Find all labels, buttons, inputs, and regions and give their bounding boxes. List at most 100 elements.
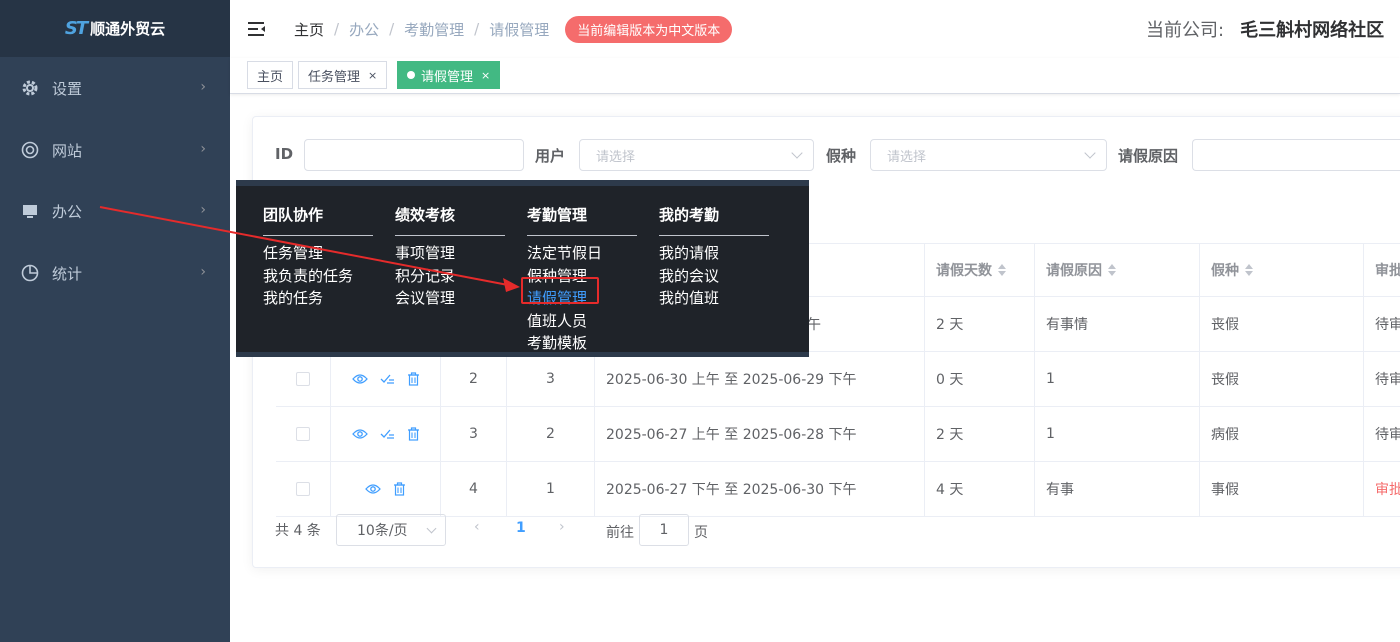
company-label: 当前公司:	[1146, 20, 1225, 41]
delete-icon[interactable]	[407, 372, 420, 386]
sidebar-item-label: 设置	[52, 79, 83, 98]
sidebar-item-website[interactable]: 网站 ›	[0, 119, 230, 181]
row-days: 4 天	[925, 462, 1035, 516]
menu-item[interactable]: 积分记录	[395, 265, 505, 288]
header-reason[interactable]: 请假原因	[1035, 244, 1200, 296]
row-period: 2025-06-30 上午 至 2025-06-29 下午	[595, 352, 925, 406]
goto-page-value: 1	[659, 522, 669, 538]
tag-label: 请假管理	[421, 69, 474, 85]
menu-column-title: 考勤管理	[527, 204, 637, 236]
row-checkbox[interactable]	[296, 427, 310, 441]
breadcrumb-item: 考勤管理	[404, 20, 465, 39]
header-label: 审批	[1375, 263, 1400, 279]
page-number[interactable]: 1	[516, 520, 526, 536]
menu-item[interactable]: 法定节假日	[527, 242, 637, 265]
menu-item[interactable]: 我的请假	[659, 242, 769, 265]
menu-item[interactable]: 我的任务	[263, 287, 373, 310]
row-id: 2	[441, 352, 507, 406]
menu-item[interactable]: 我负责的任务	[263, 265, 373, 288]
close-icon[interactable]: ×	[481, 69, 490, 82]
row-checkbox[interactable]	[296, 372, 310, 386]
user-select-placeholder: 请选择	[596, 149, 636, 165]
sidebar-item-label: 办公	[52, 202, 83, 221]
delete-icon[interactable]	[393, 482, 406, 496]
row-checkbox-cell	[276, 407, 331, 461]
row-period: 2025-06-27 上午 至 2025-06-28 下午	[595, 407, 925, 461]
leave-type-placeholder: 请选择	[887, 149, 927, 165]
tag-task-management[interactable]: 任务管理 ×	[298, 61, 388, 89]
sidebar-item-settings[interactable]: 设置 ›	[0, 57, 230, 119]
monitor-icon	[20, 201, 40, 221]
chevron-down-icon	[1084, 147, 1096, 159]
header-label: 请假天数	[936, 263, 992, 279]
header-days[interactable]: 请假天数	[925, 244, 1035, 296]
row-user: 3	[507, 352, 595, 406]
menu-item[interactable]: 我的值班	[659, 287, 769, 310]
leave-type-select[interactable]: 请选择	[870, 139, 1107, 171]
eye-icon[interactable]	[351, 373, 368, 385]
approve-icon[interactable]	[380, 428, 395, 440]
chevron-down-icon	[791, 147, 803, 159]
row-type: 病假	[1200, 407, 1364, 461]
menu-column-title: 我的考勤	[659, 204, 769, 236]
sort-icon[interactable]	[1245, 264, 1253, 276]
menu-column-team: 团队协作 任务管理 我负责的任务 我的任务	[263, 204, 373, 310]
row-days: 2 天	[925, 297, 1035, 351]
next-page-button[interactable]: ›	[559, 519, 565, 535]
tag-home[interactable]: 主页	[247, 61, 294, 89]
row-status: 待审	[1364, 407, 1400, 461]
row-id: 4	[441, 462, 507, 516]
breadcrumb-item[interactable]: 主页	[294, 19, 324, 40]
page-size-select[interactable]: 10条/页	[336, 514, 446, 546]
eye-icon[interactable]	[365, 483, 381, 495]
user-select[interactable]: 请选择	[579, 139, 814, 171]
row-actions	[331, 462, 441, 516]
menu-column-my-attendance: 我的考勤 我的请假 我的会议 我的值班	[659, 204, 769, 310]
prev-page-button[interactable]: ‹	[474, 519, 480, 535]
delete-icon[interactable]	[407, 427, 420, 441]
lifebuoy-icon	[20, 140, 40, 160]
approve-icon[interactable]	[380, 373, 395, 385]
eye-icon[interactable]	[351, 428, 368, 440]
page-suffix: 页	[694, 525, 708, 541]
menu-item[interactable]: 任务管理	[263, 242, 373, 265]
row-reason: 1	[1035, 352, 1200, 406]
menu-column-title: 绩效考核	[395, 204, 505, 236]
table-row[interactable]: 3 2 2025-06-27 上午 至 2025-06-28 下午 2 天 1 …	[276, 407, 1400, 462]
id-input[interactable]	[304, 139, 524, 171]
close-icon[interactable]: ×	[368, 69, 377, 82]
row-checkbox[interactable]	[296, 482, 310, 496]
menu-item[interactable]: 考勤模板	[527, 332, 637, 355]
leave-reason-label: 请假原因	[1118, 147, 1179, 165]
row-days: 0 天	[925, 352, 1035, 406]
row-days: 2 天	[925, 407, 1035, 461]
chevron-right-icon: ›	[200, 202, 206, 218]
active-dot-icon	[407, 71, 415, 79]
header-type[interactable]: 假种	[1200, 244, 1364, 296]
row-actions	[331, 407, 441, 461]
menu-item[interactable]: 我的会议	[659, 265, 769, 288]
menu-item[interactable]: 事项管理	[395, 242, 505, 265]
table-row[interactable]: 4 1 2025-06-27 下午 至 2025-06-30 下午 4 天 有事…	[276, 462, 1400, 517]
goto-page-input[interactable]: 1	[639, 514, 689, 546]
sort-icon[interactable]	[1108, 264, 1116, 276]
sort-icon[interactable]	[998, 264, 1006, 276]
logo[interactable]: ST 顺通外贸云	[0, 0, 230, 57]
sidebar-item-statistics[interactable]: 统计 ›	[0, 242, 230, 304]
tag-leave-management[interactable]: 请假管理 ×	[397, 61, 501, 89]
page-size-value: 10条/页	[357, 523, 408, 539]
hamburger-icon[interactable]	[248, 19, 268, 39]
pie-chart-icon	[20, 263, 40, 283]
sidebar-item-office[interactable]: 办公 ›	[0, 180, 230, 242]
leave-reason-input[interactable]	[1192, 139, 1400, 171]
menu-item[interactable]: 会议管理	[395, 287, 505, 310]
version-badge: 当前编辑版本为中文版本	[565, 15, 733, 43]
sidebar: ST 顺通外贸云 设置 › 网站 › 办公 › 统计 ›	[0, 0, 230, 642]
menu-item[interactable]: 值班人员	[527, 310, 637, 333]
tag-label: 主页	[257, 69, 284, 85]
sidebar-item-label: 统计	[52, 264, 83, 283]
table-row[interactable]: 2 3 2025-06-30 上午 至 2025-06-29 下午 0 天 1 …	[276, 352, 1400, 407]
row-user: 1	[507, 462, 595, 516]
row-period: 2025-06-27 下午 至 2025-06-30 下午	[595, 462, 925, 516]
row-actions	[331, 352, 441, 406]
